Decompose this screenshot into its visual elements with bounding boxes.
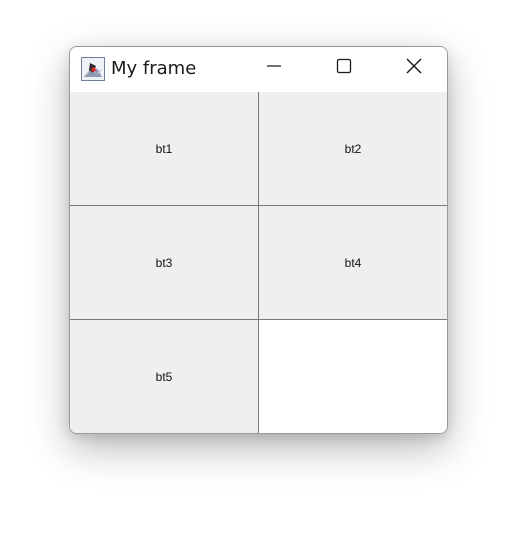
bt2-button[interactable]: bt2 bbox=[259, 92, 447, 206]
minimize-button[interactable] bbox=[251, 47, 297, 89]
maximize-button[interactable] bbox=[321, 47, 367, 89]
bt1-button[interactable]: bt1 bbox=[70, 92, 259, 206]
maximize-icon bbox=[336, 58, 352, 79]
app-window: My frame bt1 bt2 bt3 bt4 bt5 bbox=[69, 46, 448, 434]
bt5-button[interactable]: bt5 bbox=[70, 320, 259, 433]
desktop: My frame bt1 bt2 bt3 bt4 bt5 bbox=[0, 0, 518, 556]
minimize-icon bbox=[266, 58, 282, 79]
content-pane: bt1 bt2 bt3 bt4 bt5 bbox=[70, 92, 447, 433]
close-icon bbox=[405, 57, 423, 80]
close-button[interactable] bbox=[391, 47, 437, 89]
window-title: My frame bbox=[111, 58, 197, 79]
java-duke-icon bbox=[81, 57, 105, 81]
title-bar[interactable]: My frame bbox=[70, 47, 447, 92]
bt3-button[interactable]: bt3 bbox=[70, 206, 259, 320]
bt4-button[interactable]: bt4 bbox=[259, 206, 447, 320]
